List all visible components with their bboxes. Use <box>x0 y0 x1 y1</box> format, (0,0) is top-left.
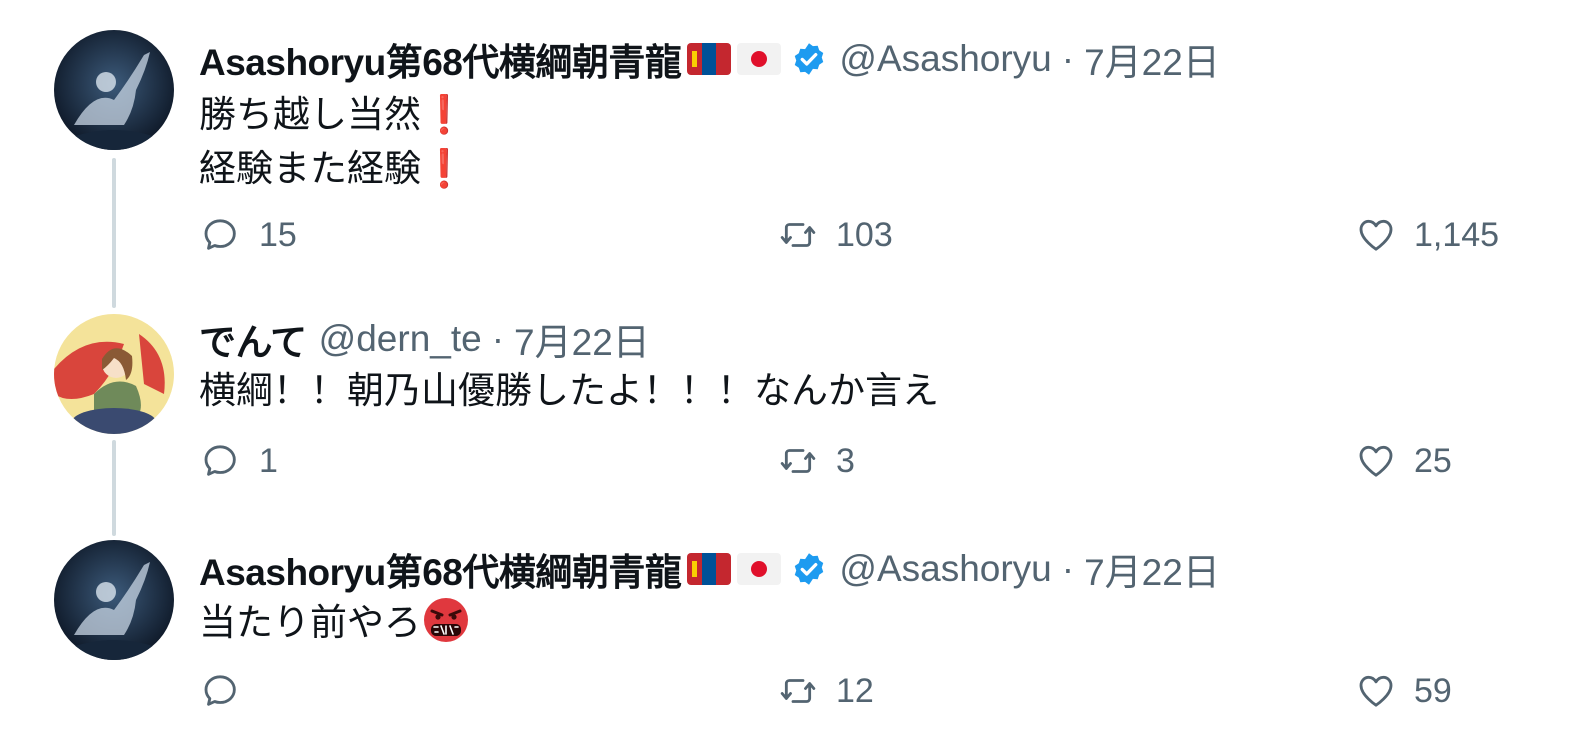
like-button[interactable]: 59 <box>1356 669 1452 713</box>
reply-button[interactable]: 15 <box>201 213 297 257</box>
tweet-text: 横綱！！朝乃山優勝したよ！！！なんか言え <box>199 364 939 418</box>
display-name[interactable]: Asashoryu第68代横綱朝青龍 <box>199 542 682 596</box>
japan-flag-icon <box>737 43 782 75</box>
tweet-header: Asashoryu第68代横綱朝青龍 @Asashoryu · 7月22日 <box>199 34 1220 84</box>
retweet-button[interactable]: 12 <box>778 669 874 713</box>
avatar-image <box>54 30 174 150</box>
tweet-header: でんて @dern_te · 7月22日 <box>199 314 650 364</box>
mongolia-flag-icon <box>687 43 732 75</box>
tweet-header: Asashoryu第68代横綱朝青龍 @Asashoryu · 7月22日 <box>199 544 1220 594</box>
avatar[interactable] <box>54 30 174 150</box>
like-count: 1,145 <box>1414 215 1500 254</box>
mongolia-flag-icon <box>687 553 732 585</box>
reply-count: 1 <box>259 441 278 480</box>
reply-button[interactable]: 1 <box>201 439 278 483</box>
retweet-count: 3 <box>836 441 855 480</box>
heart-icon <box>1356 671 1396 711</box>
tweet-date[interactable]: 7月22日 <box>1084 542 1220 596</box>
user-handle[interactable]: @Asashoryu <box>839 38 1051 80</box>
like-button[interactable]: 1,145 <box>1356 213 1499 257</box>
exclamation-emoji: ❗ <box>421 148 468 189</box>
user-handle[interactable]: @dern_te <box>319 318 482 360</box>
separator-dot: · <box>1061 548 1075 589</box>
retweet-button[interactable]: 3 <box>778 439 855 483</box>
like-count: 25 <box>1414 441 1452 480</box>
heart-icon <box>1356 441 1396 481</box>
tweet-line: 当たり前やろ <box>199 602 421 643</box>
like-count: 59 <box>1414 671 1452 710</box>
display-name[interactable]: でんて <box>199 312 307 366</box>
retweet-count: 12 <box>836 671 874 710</box>
display-name[interactable]: Asashoryu第68代横綱朝青龍 <box>199 32 682 86</box>
reply-count: 15 <box>259 215 297 254</box>
japan-flag-icon <box>737 553 782 585</box>
tweet-line: 勝ち越し当然 <box>199 94 421 135</box>
tweet-text: 勝ち越し当然❗ 経験また経験❗ <box>199 88 468 196</box>
avatar-image <box>54 314 174 434</box>
tweet-date[interactable]: 7月22日 <box>1084 32 1220 86</box>
avatar[interactable] <box>54 540 174 660</box>
tweet-line: 経験また経験 <box>199 148 421 189</box>
retweet-icon <box>778 671 818 711</box>
verified-badge-icon <box>791 41 827 77</box>
avatar[interactable] <box>54 314 174 434</box>
reply-button[interactable] <box>201 669 259 713</box>
exclamation-emoji: ❗ <box>421 94 468 135</box>
retweet-icon <box>778 215 818 255</box>
heart-icon <box>1356 215 1396 255</box>
tweet-text: 当たり前やろ <box>199 596 469 650</box>
reply-icon <box>201 671 241 711</box>
reply-icon <box>201 441 241 481</box>
face-with-symbols-on-mouth-icon <box>423 597 469 643</box>
verified-badge-icon <box>791 551 827 587</box>
separator-dot: · <box>491 318 505 359</box>
user-handle[interactable]: @Asashoryu <box>839 548 1051 590</box>
separator-dot: · <box>1061 38 1075 79</box>
retweet-icon <box>778 441 818 481</box>
retweet-count: 103 <box>836 215 893 254</box>
avatar-image <box>54 540 174 660</box>
thread-line <box>112 158 116 308</box>
tweet-line: 横綱！！朝乃山優勝したよ！！！なんか言え <box>199 370 939 411</box>
thread-line <box>112 440 116 536</box>
reply-icon <box>201 215 241 255</box>
tweet-date[interactable]: 7月22日 <box>514 312 650 366</box>
like-button[interactable]: 25 <box>1356 439 1452 483</box>
retweet-button[interactable]: 103 <box>778 213 893 257</box>
